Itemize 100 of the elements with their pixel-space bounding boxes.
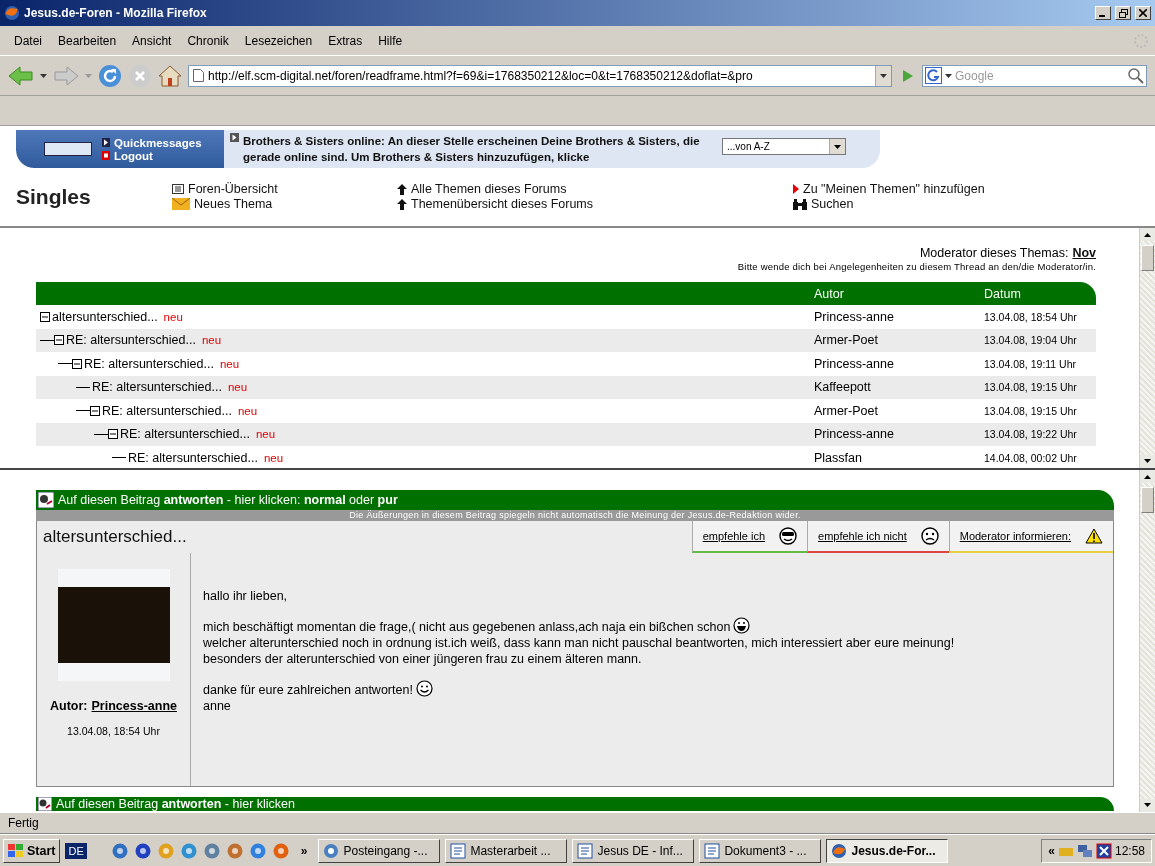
list-icon [172,184,184,194]
scrollbar-thumb[interactable] [1141,245,1154,271]
forward-icon [53,64,79,87]
play-icon [102,138,110,147]
post-text: hallo ihr lieben, [203,589,288,603]
forum-link[interactable]: Neues Thema [172,197,397,211]
antivirus-icon [1095,842,1112,859]
menu-item[interactable]: Lesezeichen [236,31,321,50]
stop-icon [128,63,152,88]
vertical-scrollbar[interactable] [1139,228,1155,468]
forum-link[interactable]: Foren-Übersicht [172,182,397,196]
arrow-up-icon [397,183,407,195]
post-action-link[interactable]: empfehle ich nicht [807,521,949,553]
quick-launch-icon [133,841,152,860]
date-cell-text: 13.04.08, 19:15 Uhr [984,381,1078,394]
forum-link[interactable]: Suchen [793,197,1033,211]
new-label: neu [163,310,183,323]
thread-link[interactable]: RE: altersunterschied... [92,380,222,395]
thread-link[interactable]: RE: altersunterschied... [120,427,250,442]
menu-item[interactable]: Bearbeiten [50,31,125,50]
forum-link[interactable]: Alle Themen dieses Forums [397,182,793,196]
dropdown-arrow-icon [945,73,952,78]
author-label: Autor: [50,699,88,713]
author-link[interactable]: Princess-anne [91,699,177,713]
taskbar-button[interactable]: Dokument3 - ... [699,838,822,863]
moderator-label: Moderator dieses Themas: [919,246,1069,260]
quick-launch-icon [225,841,244,860]
disclaimer: Die Äußerungen in diesem Beitrag spiegeln nicht automatisch die Meinung der Jesus.de-Redaktion wider. [36,510,1114,521]
reload-icon [98,63,122,88]
post-text: anne [203,699,231,713]
menu-item[interactable]: Datei [6,31,50,50]
author-cell-text: Princess-anne [814,356,895,371]
quick-launch-icon [248,841,267,860]
moderator-note: Bitte wende dich bei Angelegenheiten zu diesem Thread an den/die Moderator/in. [737,261,1096,272]
date-cell-text: 13.04.08, 18:54 Uhr [984,310,1078,323]
vertical-scrollbar[interactable] [1139,470,1155,812]
thread-link[interactable]: RE: altersunterschied... [66,333,196,348]
firefox-logo-icon [4,5,20,21]
new-label: neu [237,404,258,417]
banner-link[interactable]: Logout [102,149,202,162]
start-button[interactable]: Start [3,838,61,863]
date-cell-text: 14.04.08, 00:02 Uhr [984,451,1078,464]
thread-link[interactable]: RE: altersunterschied... [102,403,232,418]
browser-icon [831,842,848,859]
new-label: neu [255,428,276,441]
arrow-up-icon [397,198,407,210]
status-text: Fertig [8,816,39,830]
quick-launch-icon [179,841,198,860]
column-header: Autor [814,286,845,301]
thread-link[interactable]: RE: altersunterschied... [128,450,258,465]
forum-link[interactable]: Zu "Meinen Themen" hinzufügen [793,182,1033,196]
post-action-link[interactable]: Moderator informieren: [948,521,1113,553]
menu-item[interactable]: Chronik [179,31,237,50]
post-text: welcher alterunterschied noch in ordnung ist.ich weiß, dass kann man nicht pauschal beantworten, mich interessiert aber eure meinung! [203,636,955,650]
close-icon [1139,9,1147,17]
sunglasses-smiley-icon [779,527,798,545]
date-cell-text: 13.04.08, 19:04 Uhr [984,334,1078,347]
date-cell-text: 13.04.08, 19:15 Uhr [984,404,1078,417]
binoculars-icon [793,198,807,210]
taskbar-button[interactable]: Posteingang -... [318,838,441,863]
banner-link[interactable]: Quickmessages [102,136,202,149]
minimize-button[interactable] [1095,6,1111,20]
maximize-button[interactable] [1115,6,1131,20]
post-text: danke für eure zahlreichen antworten! [203,683,413,697]
home-icon [158,63,182,88]
address-bar[interactable]: http://elf.scm-digital.net/foren/readframe.html?f=69&i=1768350212&loc=0&t=1768350212&doflat=&pro [188,64,892,87]
taskbar-button[interactable]: Masterarbeit ... [445,838,568,863]
moderator-link[interactable]: Nov [1072,246,1096,260]
document-icon [704,842,721,859]
thread-link[interactable]: RE: altersunterschied... [84,356,214,371]
quick-launch-icon [202,841,221,860]
search-icon [1126,65,1146,86]
tray-expand[interactable]: « [1048,843,1055,858]
forum-link[interactable]: Themenübersicht dieses Forums [397,197,793,211]
envelope-icon [172,198,190,210]
post-action-link[interactable]: empfehle ich [691,521,808,553]
menu-item[interactable]: Extras [320,31,371,50]
scrollbar-thumb[interactable] [1141,487,1154,513]
new-label: neu [263,451,284,464]
dropdown-arrow-icon [85,73,92,78]
online-notice: Brothers & Sisters online: An dieser Stelle erscheinen Deine Brothers & Sisters, die gerade online sind. Um Brothers & Sisters hinzuzufügen, klicke [243,134,701,165]
date-cell-text: 13.04.08, 19:22 Uhr [984,428,1078,441]
google-g-icon [925,67,942,84]
menu-item[interactable]: Ansicht [124,31,180,50]
close-button[interactable] [1135,6,1151,20]
document-icon [450,842,467,859]
overflow-chevron[interactable]: » [300,843,308,858]
quick-launch-icon [110,841,129,860]
stop-square-icon [102,151,110,160]
grinning-smiley-icon [733,617,751,634]
author-cell-text: Plassfan [814,450,863,465]
dropdown-arrow-icon [40,73,47,78]
thread-link[interactable]: altersunterschied... [52,309,158,324]
language-indicator[interactable]: DE [65,842,87,859]
restore-icon [1118,8,1128,18]
taskbar-button[interactable]: Jesus.de-For... [826,838,949,863]
smiley-icon [415,680,433,697]
menu-item[interactable]: Hilfe [370,31,411,50]
taskbar-button[interactable]: Jesus DE - Inf... [572,838,695,863]
sort-dropdown[interactable]: ...von A-Z [722,138,846,155]
